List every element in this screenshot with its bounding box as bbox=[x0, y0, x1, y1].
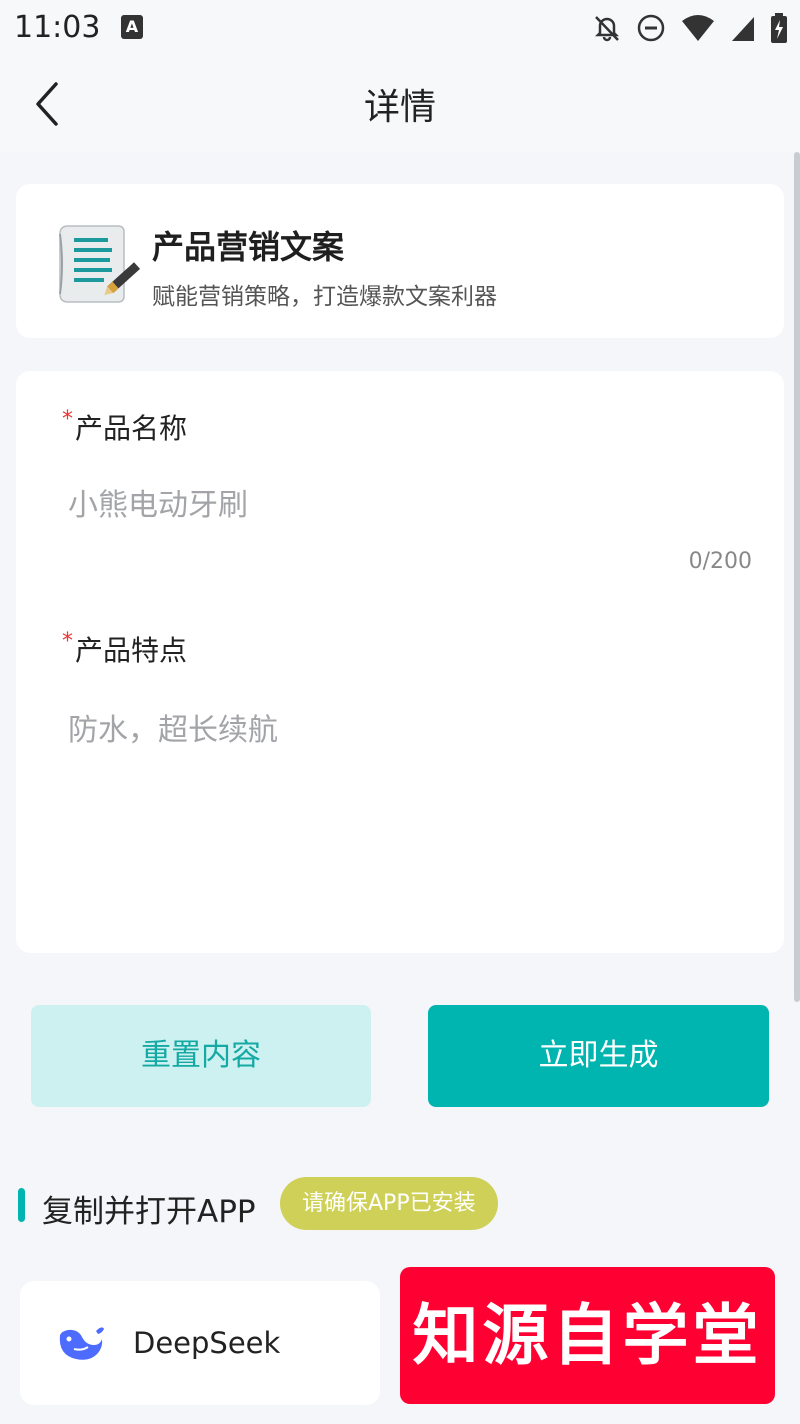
required-mark: * bbox=[62, 407, 73, 432]
battery-icon bbox=[771, 13, 787, 43]
document-pen-icon bbox=[59, 225, 141, 303]
status-time: 11:03 bbox=[14, 10, 101, 45]
section-accent-bar bbox=[18, 1188, 25, 1222]
char-counter: 0/200 bbox=[688, 549, 752, 574]
app-notification-icon: A bbox=[121, 15, 143, 39]
product-features-input[interactable] bbox=[68, 705, 748, 905]
product-name-label-text: 产品名称 bbox=[75, 412, 188, 445]
page-title: 详情 bbox=[363, 87, 436, 128]
generate-button[interactable]: 立即生成 bbox=[428, 1005, 769, 1107]
tool-title: 产品营销文案 bbox=[152, 228, 345, 266]
wifi-icon bbox=[682, 15, 714, 41]
do-not-disturb-icon bbox=[637, 14, 665, 42]
product-name-input[interactable] bbox=[68, 481, 748, 529]
input-form-card: *产品名称 0/200 *产品特点 bbox=[16, 371, 784, 953]
status-bar: 11:03 A bbox=[0, 0, 800, 56]
product-name-label: *产品名称 bbox=[62, 407, 187, 447]
bell-off-icon bbox=[594, 16, 620, 42]
reset-button[interactable]: 重置内容 bbox=[31, 1005, 371, 1107]
nav-bar: 详情 bbox=[0, 56, 800, 152]
deepseek-whale-icon bbox=[59, 1327, 104, 1360]
tool-subtitle: 赋能营销策略，打造爆款文案利器 bbox=[152, 284, 497, 310]
scrollbar[interactable] bbox=[794, 152, 800, 1002]
app-name: DeepSeek bbox=[133, 1326, 281, 1360]
status-icons bbox=[592, 10, 788, 46]
product-features-label-text: 产品特点 bbox=[75, 634, 188, 667]
tool-intro-card: 产品营销文案 赋能营销策略，打造爆款文案利器 bbox=[16, 184, 784, 338]
deepseek-app-card[interactable]: DeepSeek bbox=[20, 1281, 380, 1405]
signal-icon bbox=[732, 17, 754, 41]
install-hint-badge: 请确保APP已安装 bbox=[280, 1177, 498, 1230]
product-features-label: *产品特点 bbox=[62, 629, 187, 669]
open-app-title: 复制并打开APP bbox=[42, 1194, 256, 1230]
required-mark: * bbox=[62, 629, 73, 654]
watermark-banner: 知源自学堂 bbox=[400, 1267, 775, 1404]
